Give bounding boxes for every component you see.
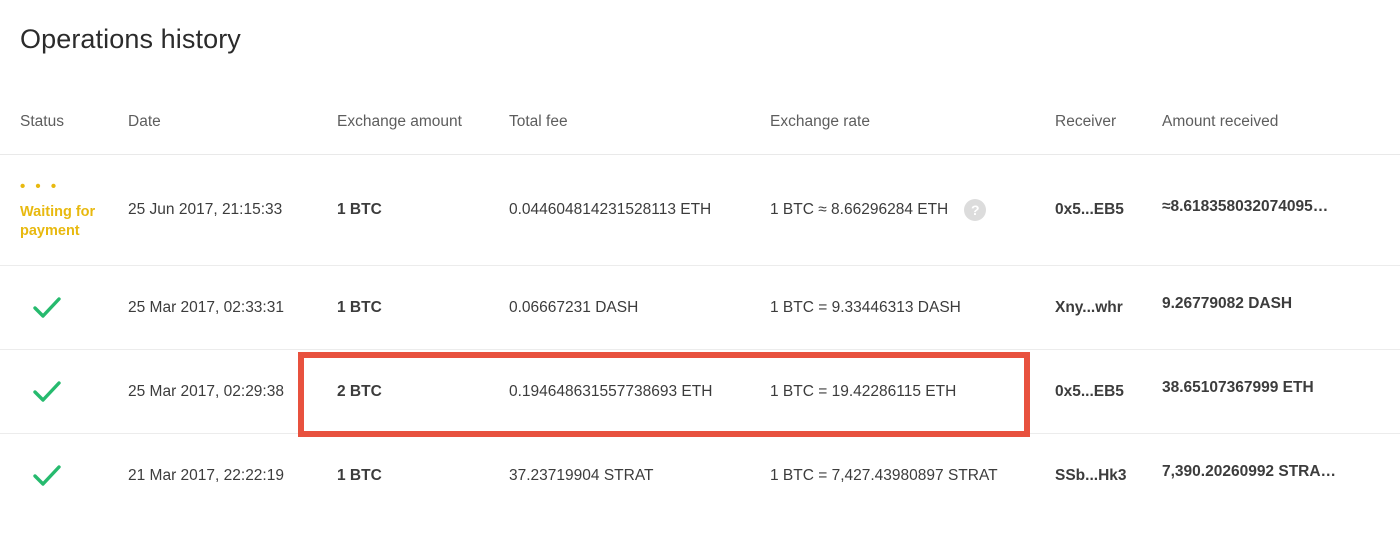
table-row[interactable]: 21 Mar 2017, 22:22:19 1 BTC 37.23719904 … bbox=[0, 434, 1400, 518]
receiver-cell[interactable]: 0x5...EB5 bbox=[1055, 155, 1162, 266]
table-row[interactable]: • • • Waiting for payment 25 Jun 2017, 2… bbox=[0, 155, 1400, 266]
column-header-status[interactable]: Status bbox=[0, 112, 128, 155]
column-header-receiver[interactable]: Receiver bbox=[1055, 112, 1162, 155]
amount-received-cell: 38.65107367999 ETH bbox=[1162, 350, 1400, 434]
operations-history-table: Status Date Exchange amount Total fee Ex… bbox=[0, 112, 1400, 518]
amount-received-cell: ≈8.618358032074095… bbox=[1162, 155, 1400, 266]
amount-received-value: 38.65107367999 ETH bbox=[1162, 379, 1314, 396]
exchange-amount-cell: 1 BTC bbox=[337, 201, 382, 218]
column-header-amount-received[interactable]: Amount received bbox=[1162, 112, 1400, 155]
amount-received-cell: 9.26779082 DASH bbox=[1162, 266, 1400, 350]
exchange-rate-cell: 1 BTC = 9.33446313 DASH bbox=[770, 298, 961, 316]
status-label: Waiting for payment bbox=[20, 203, 96, 239]
column-header-exchange-rate[interactable]: Exchange rate bbox=[770, 112, 1055, 155]
column-header-exchange-amount[interactable]: Exchange amount bbox=[337, 112, 509, 155]
table-body: • • • Waiting for payment 25 Jun 2017, 2… bbox=[0, 155, 1400, 518]
amount-received-value: ≈8.618358032074095… bbox=[1162, 197, 1329, 215]
date-cell: 21 Mar 2017, 22:22:19 bbox=[128, 466, 284, 484]
check-icon bbox=[33, 465, 61, 486]
date-cell: 25 Mar 2017, 02:29:38 bbox=[128, 382, 284, 400]
exchange-rate-cell: 1 BTC = 19.42286115 ETH bbox=[770, 382, 957, 400]
operations-history-page: Operations history Status Date Exchange … bbox=[0, 0, 1400, 547]
date-cell: 25 Mar 2017, 02:33:31 bbox=[128, 298, 284, 316]
total-fee-cell: 0.06667231 DASH bbox=[509, 298, 639, 316]
total-fee-cell: 37.23719904 STRAT bbox=[509, 466, 654, 484]
table-header-row: Status Date Exchange amount Total fee Ex… bbox=[0, 112, 1400, 155]
column-header-total-fee[interactable]: Total fee bbox=[509, 112, 770, 155]
status-cell bbox=[0, 434, 128, 518]
total-fee-cell: 0.044604814231528113 ETH bbox=[509, 201, 712, 218]
exchange-amount-cell: 1 BTC bbox=[337, 298, 382, 316]
receiver-cell[interactable]: SSb...Hk3 bbox=[1055, 434, 1162, 518]
amount-received-cell: 7,390.20260992 STRA… bbox=[1162, 434, 1400, 518]
receiver-cell[interactable]: Xny...whr bbox=[1055, 266, 1162, 350]
pending-dots-icon: • • • bbox=[20, 177, 60, 195]
exchange-amount-cell: 1 BTC bbox=[337, 466, 382, 484]
amount-received-value: 9.26779082 DASH bbox=[1162, 295, 1293, 312]
table-row[interactable]: 25 Mar 2017, 02:29:38 2 BTC 0.1946486315… bbox=[0, 350, 1400, 434]
exchange-rate-value: 1 BTC ≈ 8.66296284 ETH bbox=[770, 201, 949, 219]
page-title: Operations history bbox=[20, 24, 241, 54]
help-icon[interactable]: ? bbox=[964, 198, 987, 221]
exchange-rate-cell: 1 BTC ≈ 8.66296284 ETH? bbox=[770, 155, 1055, 266]
table-header: Status Date Exchange amount Total fee Ex… bbox=[0, 112, 1400, 155]
check-icon bbox=[33, 380, 61, 402]
column-header-date[interactable]: Date bbox=[128, 112, 337, 155]
exchange-rate-cell: 1 BTC = 7,427.43980897 STRAT bbox=[770, 466, 998, 484]
status-badge-pending: • • • Waiting for payment bbox=[20, 177, 110, 241]
total-fee-cell: 0.194648631557738693 ETH bbox=[509, 382, 713, 400]
date-cell: 25 Jun 2017, 21:15:33 bbox=[128, 201, 283, 218]
receiver-cell[interactable]: 0x5...EB5 bbox=[1055, 350, 1162, 434]
check-icon bbox=[33, 296, 61, 318]
status-cell bbox=[0, 266, 128, 350]
status-cell: • • • Waiting for payment bbox=[0, 155, 128, 266]
status-cell bbox=[0, 350, 128, 434]
exchange-amount-cell: 2 BTC bbox=[337, 382, 382, 400]
table-row[interactable]: 25 Mar 2017, 02:33:31 1 BTC 0.06667231 D… bbox=[0, 266, 1400, 350]
amount-received-value: 7,390.20260992 STRA… bbox=[1162, 463, 1337, 481]
